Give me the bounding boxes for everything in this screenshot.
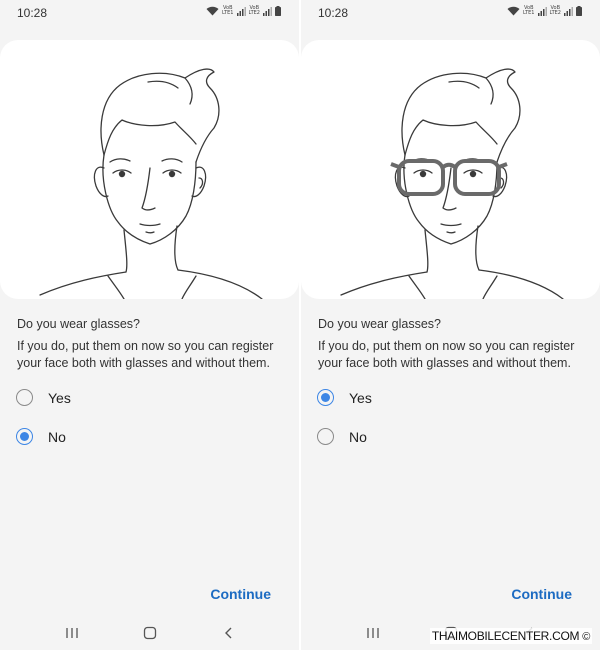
option-no[interactable]: No xyxy=(317,428,367,445)
signal-icon xyxy=(263,6,272,16)
option-yes[interactable]: Yes xyxy=(16,389,71,406)
radio-yes[interactable] xyxy=(317,389,334,406)
face-illustration-card xyxy=(0,40,299,299)
face-illustration xyxy=(39,68,263,299)
status-time: 10:28 xyxy=(17,6,48,20)
home-icon[interactable] xyxy=(143,626,157,640)
radio-no[interactable] xyxy=(16,428,33,445)
description-text: If you do, put them on now so you can re… xyxy=(318,339,575,370)
recent-apps-icon[interactable] xyxy=(65,626,79,640)
signal-icon xyxy=(537,6,547,16)
face-illustration-card xyxy=(301,40,600,299)
volte-lte1-icon: VoB LTE1 xyxy=(222,5,234,16)
continue-button[interactable]: Continue xyxy=(210,586,271,602)
battery-icon xyxy=(275,6,281,16)
option-yes[interactable]: Yes xyxy=(317,389,372,406)
continue-button[interactable]: Continue xyxy=(511,586,572,602)
face-with-glasses-illustration xyxy=(340,68,564,299)
recent-apps-icon[interactable] xyxy=(366,626,380,640)
question-text: Do you wear glasses? xyxy=(17,317,140,331)
radio-yes[interactable] xyxy=(16,389,33,406)
option-no-label: No xyxy=(48,428,66,445)
status-bar: 10:28 VoB LTE1 VoB LTE2 xyxy=(301,0,600,26)
wifi-icon xyxy=(206,6,219,16)
status-icons: VoB LTE1 VoB LTE2 xyxy=(507,6,582,16)
phone-screen-left: 10:28 VoB LTE1 VoB LTE2 Do you wear glas… xyxy=(0,0,299,650)
option-no[interactable]: No xyxy=(16,428,66,445)
phone-screen-right: 10:28 VoB LTE1 VoB LTE2 Do you wear glas… xyxy=(301,0,600,650)
glasses-icon xyxy=(390,159,508,196)
radio-no[interactable] xyxy=(317,428,334,445)
copyright-icon: © xyxy=(582,631,590,643)
option-yes-label: Yes xyxy=(48,389,71,406)
status-icons: VoB LTE1 VoB LTE2 xyxy=(206,6,281,16)
navigation-bar xyxy=(0,620,299,648)
question-text: Do you wear glasses? xyxy=(318,317,441,331)
watermark-text: THAIMOBILECENTER.COM xyxy=(431,629,580,643)
signal-icon xyxy=(564,6,573,16)
battery-icon xyxy=(576,6,582,16)
wifi-icon xyxy=(507,6,520,16)
status-time: 10:28 xyxy=(318,6,349,20)
volte-lte2-icon: VoB LTE2 xyxy=(549,5,562,16)
option-yes-label: Yes xyxy=(349,389,372,406)
watermark: THAIMOBILECENTER.COM © xyxy=(429,628,592,644)
volte-lte2-icon: VoB LTE2 xyxy=(248,5,261,16)
description-text: If you do, put them on now so you can re… xyxy=(17,339,274,370)
back-icon[interactable] xyxy=(222,626,236,640)
volte-lte1-icon: VoB LTE1 xyxy=(523,5,535,16)
signal-icon xyxy=(236,6,246,16)
option-no-label: No xyxy=(349,428,367,445)
status-bar: 10:28 VoB LTE1 VoB LTE2 xyxy=(0,0,299,26)
